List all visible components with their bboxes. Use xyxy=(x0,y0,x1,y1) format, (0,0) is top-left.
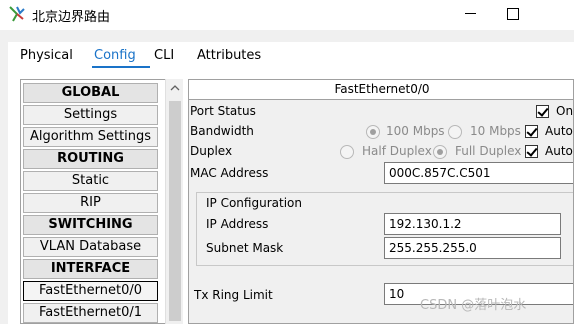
ip-configuration-title: IP Configuration xyxy=(206,196,302,210)
app-icon xyxy=(9,6,25,22)
ip-configuration-group: IP Configuration IP Address 192.130.1.2 … xyxy=(196,192,573,266)
sidebar-header-global: GLOBAL xyxy=(23,83,158,103)
tab-attributes[interactable]: Attributes xyxy=(197,48,261,63)
duplex-full-radio[interactable] xyxy=(433,145,447,159)
bandwidth-10-label: 10 Mbps xyxy=(470,124,521,138)
duplex-half-label: Half Duplex xyxy=(362,144,432,158)
sidebar-item-fastethernet0-0[interactable]: FastEthernet0/0 xyxy=(23,281,158,301)
sidebar-item-algorithm-settings[interactable]: Algorithm Settings xyxy=(23,127,158,147)
ip-address-label: IP Address xyxy=(206,217,269,231)
sidebar-item-fastethernet0-1[interactable]: FastEthernet0/1 xyxy=(23,303,158,323)
bandwidth-100-label: 100 Mbps xyxy=(386,124,445,138)
active-tab-indicator xyxy=(92,66,150,68)
scroll-up-icon[interactable] xyxy=(170,83,180,93)
port-status-label: Port Status xyxy=(190,104,256,118)
duplex-label: Duplex xyxy=(190,144,233,158)
tab-cli[interactable]: CLI xyxy=(154,48,174,63)
sidebar-header-switching: SWITCHING xyxy=(23,215,158,235)
sidebar-item-vlan-database[interactable]: VLAN Database xyxy=(23,237,158,257)
bandwidth-auto-checkbox[interactable] xyxy=(525,125,538,138)
port-status-on-label: On xyxy=(556,104,574,118)
tx-ring-limit-label: Tx Ring Limit xyxy=(194,288,273,302)
sidebar-item-settings[interactable]: Settings xyxy=(23,105,158,125)
maximize-button[interactable] xyxy=(493,0,533,28)
tab-physical[interactable]: Physical xyxy=(20,48,73,63)
sidebar-header-routing: ROUTING xyxy=(23,149,158,169)
bandwidth-auto-label: Auto xyxy=(545,124,573,138)
minimize-button[interactable] xyxy=(451,0,491,28)
bandwidth-100-radio[interactable] xyxy=(366,125,380,139)
mac-address-label: MAC Address xyxy=(190,166,269,180)
bandwidth-10-radio[interactable] xyxy=(448,125,462,139)
duplex-full-label: Full Duplex xyxy=(455,144,522,158)
scroll-thumb[interactable] xyxy=(169,101,181,321)
sidebar-scrollbar[interactable] xyxy=(165,79,183,324)
subnet-mask-field[interactable]: 255.255.255.0 xyxy=(384,237,561,259)
sidebar-header-interface: INTERFACE xyxy=(23,259,158,279)
watermark: CSDN @落叶泡水 xyxy=(420,298,527,313)
duplex-auto-label: Auto xyxy=(545,144,573,158)
config-content: GLOBAL Settings Algorithm Settings ROUTI… xyxy=(8,70,574,324)
sidebar-item-static[interactable]: Static xyxy=(23,171,158,191)
tab-config[interactable]: Config xyxy=(94,48,136,63)
sidebar-item-rip[interactable]: RIP xyxy=(23,193,158,213)
subnet-mask-label: Subnet Mask xyxy=(206,241,284,255)
window-title: 北京边界路由 xyxy=(32,10,111,25)
config-sidebar: GLOBAL Settings Algorithm Settings ROUTI… xyxy=(20,79,167,324)
bandwidth-label: Bandwidth xyxy=(190,124,254,138)
duplex-auto-checkbox[interactable] xyxy=(525,145,538,158)
panel-title: FastEthernet0/0 xyxy=(189,80,573,100)
tab-bar: Physical Config CLI Attributes xyxy=(8,42,574,70)
mac-address-field[interactable]: 000C.857C.C501 xyxy=(384,162,573,184)
ip-address-field[interactable]: 192.130.1.2 xyxy=(384,213,561,235)
port-status-checkbox[interactable] xyxy=(536,105,549,118)
duplex-half-radio[interactable] xyxy=(340,145,354,159)
interface-panel: FastEthernet0/0 Port Status On Bandwidth… xyxy=(188,79,574,324)
title-bar: 北京边界路由 xyxy=(0,0,574,30)
